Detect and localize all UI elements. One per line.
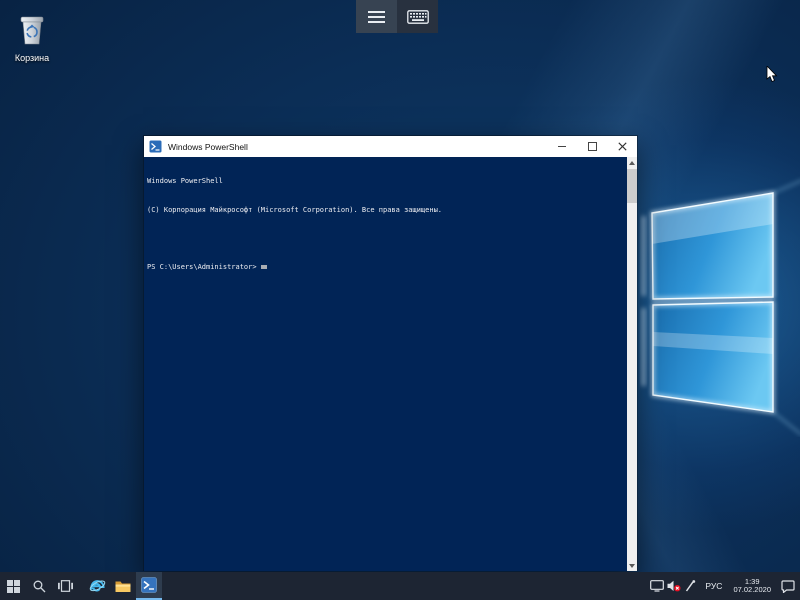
pen-icon	[685, 580, 696, 592]
powershell-taskbar-button[interactable]	[136, 572, 162, 600]
text-cursor	[261, 265, 267, 269]
recycle-bin-icon[interactable]: Корзина	[4, 14, 60, 63]
pen-tray-button[interactable]	[682, 572, 699, 600]
arrow-down-icon	[629, 564, 635, 568]
console-line: Windows PowerShell	[147, 177, 625, 187]
system-tray: РУС 1:39 07.02.2020	[648, 572, 800, 600]
arrow-up-icon	[629, 161, 635, 165]
window-title: Windows PowerShell	[168, 142, 547, 152]
powershell-icon	[149, 140, 162, 153]
scroll-up-button[interactable]	[627, 157, 637, 168]
internet-explorer-icon	[89, 578, 106, 595]
console-output: Windows PowerShell (C) Корпорация Майкро…	[147, 158, 625, 291]
windows-logo-icon	[7, 580, 20, 593]
task-view-icon	[58, 580, 73, 592]
minimize-button[interactable]	[547, 136, 577, 157]
network-monitor-icon	[650, 580, 664, 592]
scroll-down-button[interactable]	[627, 560, 637, 571]
vertical-scrollbar[interactable]	[627, 157, 637, 571]
powershell-icon	[141, 577, 157, 593]
maximize-button[interactable]	[577, 136, 607, 157]
action-center-icon	[781, 580, 795, 593]
clock[interactable]: 1:39 07.02.2020	[728, 578, 776, 595]
keyboard-button[interactable]	[397, 0, 438, 33]
titlebar[interactable]: Windows PowerShell	[144, 136, 637, 157]
desktop: Корзина	[0, 0, 800, 600]
volume-tray-button[interactable]	[665, 572, 682, 600]
console-blank-line	[147, 234, 625, 244]
console-area[interactable]: Windows PowerShell (C) Корпорация Майкро…	[144, 157, 637, 571]
menu-button[interactable]	[356, 0, 397, 33]
powershell-window: Windows PowerShell Windows PowerShell (C…	[143, 135, 638, 571]
language-indicator[interactable]: РУС	[699, 572, 728, 600]
file-explorer-button[interactable]	[110, 572, 136, 600]
internet-explorer-button[interactable]	[84, 572, 110, 600]
minimize-icon	[558, 146, 566, 147]
start-button[interactable]	[0, 572, 26, 600]
folder-icon	[115, 580, 131, 593]
recycle-bin-label: Корзина	[4, 53, 60, 63]
trash-bin-glyph	[17, 14, 47, 46]
taskbar: РУС 1:39 07.02.2020	[0, 572, 800, 600]
task-view-button[interactable]	[52, 572, 78, 600]
search-button[interactable]	[26, 572, 52, 600]
windows-hero-logo	[628, 172, 800, 437]
console-line: (C) Корпорация Майкрософт (Microsoft Cor…	[147, 206, 625, 216]
vm-console-toolbar	[356, 0, 438, 33]
maximize-icon	[588, 142, 597, 151]
close-button[interactable]	[607, 136, 637, 157]
close-icon	[618, 142, 627, 151]
prompt-text: PS C:\Users\Administrator>	[147, 263, 257, 271]
keyboard-icon	[407, 10, 429, 24]
clock-date: 07.02.2020	[733, 586, 771, 595]
search-icon	[33, 580, 46, 593]
hamburger-icon	[368, 11, 385, 23]
caption-buttons	[547, 136, 637, 157]
speaker-muted-icon	[667, 580, 681, 592]
console-prompt-line: PS C:\Users\Administrator>	[147, 263, 625, 273]
action-center-button[interactable]	[776, 572, 800, 600]
scrollbar-thumb[interactable]	[627, 169, 637, 203]
network-tray-button[interactable]	[648, 572, 665, 600]
